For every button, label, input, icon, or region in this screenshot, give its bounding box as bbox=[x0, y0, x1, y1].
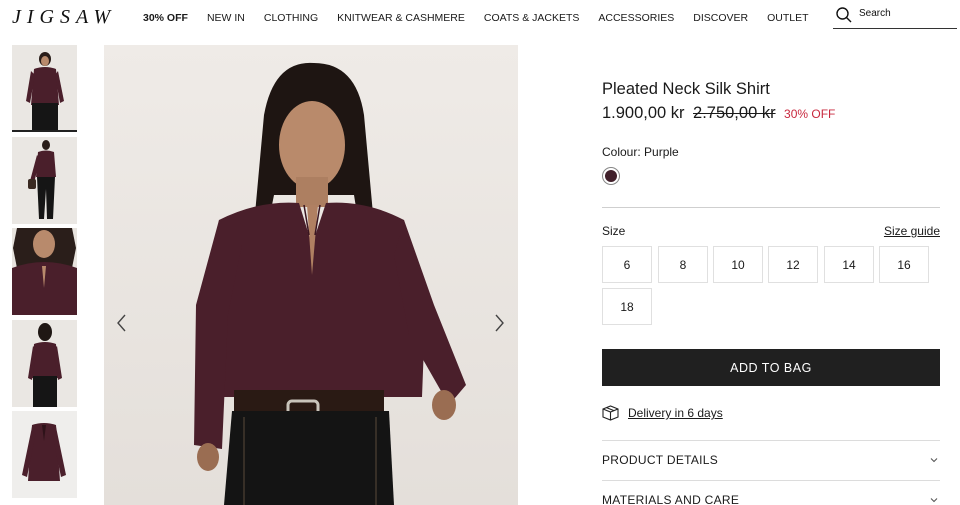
next-image-button[interactable] bbox=[487, 311, 511, 335]
nav-item-discover[interactable]: DISCOVER bbox=[693, 12, 748, 24]
nav-item-new-in[interactable]: NEW IN bbox=[207, 12, 245, 24]
current-price: 1.900,00 kr bbox=[602, 104, 685, 122]
chevron-down-icon bbox=[930, 498, 938, 503]
chevron-down-icon bbox=[930, 458, 938, 463]
thumbnail-image bbox=[12, 45, 77, 130]
size-option-6[interactable]: 6 bbox=[602, 246, 652, 283]
search-icon[interactable] bbox=[835, 6, 853, 24]
thumbnail-full-length-view[interactable] bbox=[12, 136, 77, 224]
thumbnail-flat-lay-view[interactable] bbox=[12, 411, 77, 498]
thumbnail-image bbox=[12, 136, 77, 224]
colour-swatch-purple[interactable] bbox=[602, 167, 620, 185]
chevron-left-icon bbox=[117, 314, 126, 332]
nav-item-outlet[interactable]: OUTLET bbox=[767, 12, 808, 24]
nav-item-coats[interactable]: COATS & JACKETS bbox=[484, 12, 580, 24]
thumbnail-strip bbox=[12, 45, 77, 503]
nav-item-sale[interactable]: 30% OFF bbox=[143, 12, 188, 24]
thumbnail-back-view[interactable] bbox=[12, 319, 77, 407]
search-box[interactable] bbox=[833, 3, 957, 29]
main-product-image[interactable] bbox=[104, 45, 518, 505]
site-header: JIGSAW 30% OFF NEW IN CLOTHING KNITWEAR … bbox=[0, 0, 960, 36]
discount-badge: 30% OFF bbox=[784, 107, 836, 121]
colour-label: Colour: Purple bbox=[602, 145, 679, 159]
nav-item-accessories[interactable]: ACCESSORIES bbox=[598, 12, 674, 24]
add-to-bag-button[interactable]: ADD TO BAG bbox=[602, 349, 940, 386]
product-photo bbox=[104, 45, 518, 505]
thumbnail-image bbox=[12, 228, 77, 315]
divider bbox=[602, 207, 940, 208]
accordion-label: MATERIALS AND CARE bbox=[602, 493, 740, 505]
size-option-10[interactable]: 10 bbox=[713, 246, 763, 283]
jigsaw-logo[interactable]: JIGSAW bbox=[12, 6, 116, 29]
size-option-14[interactable]: 14 bbox=[824, 246, 874, 283]
main-nav: 30% OFF NEW IN CLOTHING KNITWEAR & CASHM… bbox=[143, 12, 809, 24]
box-icon bbox=[602, 405, 619, 421]
prev-image-button[interactable] bbox=[110, 311, 134, 335]
size-option-12[interactable]: 12 bbox=[768, 246, 818, 283]
thumbnail-image bbox=[12, 319, 77, 407]
thumbnail-image bbox=[12, 411, 77, 498]
nav-item-clothing[interactable]: CLOTHING bbox=[264, 12, 318, 24]
chevron-right-icon bbox=[495, 314, 504, 332]
accordion-product-details[interactable]: PRODUCT DETAILS bbox=[602, 440, 940, 480]
delivery-info: Delivery in 6 days bbox=[602, 404, 723, 422]
size-guide-link[interactable]: Size guide bbox=[884, 224, 940, 238]
product-title: Pleated Neck Silk Shirt bbox=[602, 80, 770, 98]
accordion-label: PRODUCT DETAILS bbox=[602, 453, 719, 467]
search-input[interactable] bbox=[859, 8, 954, 19]
size-option-18[interactable]: 18 bbox=[602, 288, 652, 325]
size-option-16[interactable]: 16 bbox=[879, 246, 929, 283]
swatch-fill bbox=[605, 170, 617, 182]
size-label: Size bbox=[602, 224, 626, 238]
delivery-link[interactable]: Delivery in 6 days bbox=[628, 406, 723, 420]
thumbnail-front-view[interactable] bbox=[12, 45, 77, 132]
original-price: 2.750,00 kr bbox=[693, 104, 776, 122]
nav-item-knitwear[interactable]: KNITWEAR & CASHMERE bbox=[337, 12, 465, 24]
price-row: 1.900,00 kr 2.750,00 kr 30% OFF bbox=[602, 104, 835, 123]
size-option-8[interactable]: 8 bbox=[658, 246, 708, 283]
accordion-materials-care[interactable]: MATERIALS AND CARE bbox=[602, 480, 940, 505]
thumbnail-detail-view[interactable] bbox=[12, 228, 77, 315]
